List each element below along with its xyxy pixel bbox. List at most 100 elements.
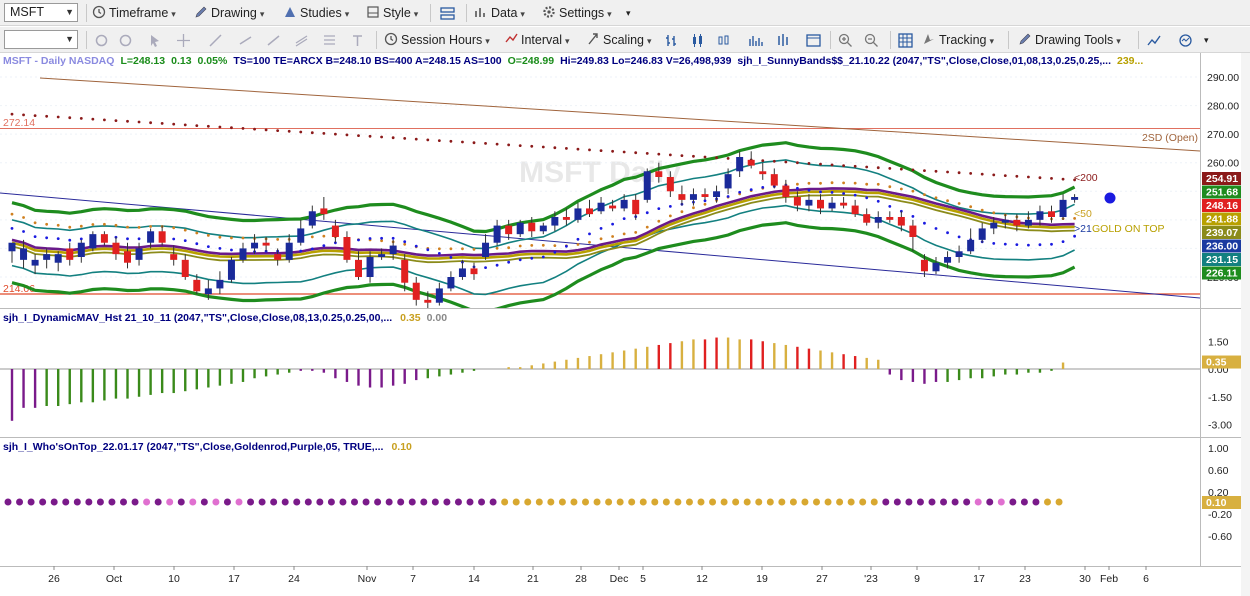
ma200-dot (357, 134, 360, 138)
data-menu[interactable]: Data ▾ (474, 4, 525, 22)
histogram-pane[interactable]: sjh_I_DynamicMAV_Hst 21_10_11 (2047,"TS"… (0, 309, 1200, 437)
ma200-dot (183, 123, 187, 127)
ma50-dot (876, 182, 880, 186)
ma200-dot (414, 137, 418, 141)
ma200-dot (899, 167, 903, 171)
price-axis[interactable]: 290.00280.00270.00260.00220.00254.91251.… (1202, 72, 1241, 284)
histogram-bar (380, 369, 383, 388)
trend-tool-icon[interactable] (266, 33, 281, 48)
trend-chart-icon[interactable] (1146, 33, 1161, 48)
time-axis[interactable]: 26 Oct 10 17 24 Nov 7 14 21 28 Dec 5 12 19 27 '23 9 17 23 3… (48, 566, 1149, 585)
ma21-dot (310, 247, 314, 251)
ma50-dot (495, 246, 499, 250)
fib-tool-icon[interactable] (322, 33, 337, 48)
ma50-dot (957, 202, 961, 205)
timeframe-menu[interactable]: Timeframe ▾ (92, 4, 176, 22)
chart-canvas[interactable]: MSFT Daily 272.14214.062SD (Open)<200<50… (0, 53, 1250, 596)
overflow-chevron-icon[interactable]: ▾ (1204, 31, 1209, 49)
whos-on-top-dot (420, 498, 428, 506)
ma200-dot (657, 152, 661, 156)
price-pane[interactable]: MSFT Daily 272.14214.062SD (Open)<200<50… (0, 53, 1201, 314)
tracking-menu[interactable]: Tracking ▾ (922, 31, 994, 49)
ma200-dot (784, 160, 788, 164)
volume-icon[interactable] (748, 33, 763, 48)
chevron-down-icon[interactable]: ▼ (65, 4, 74, 21)
ma50-label: <50 (1074, 208, 1092, 220)
text-tool-icon[interactable] (350, 33, 365, 48)
ma21-dot (33, 235, 37, 239)
histogram-axis[interactable]: 1.500.00-1.50-3.000.35 (1202, 336, 1241, 432)
whos-on-top-dot (177, 498, 185, 506)
link-icon[interactable] (118, 33, 133, 48)
candle-body (655, 171, 663, 177)
histogram-bar (669, 343, 672, 369)
right-scrollbar[interactable] (1241, 53, 1250, 596)
line-tool-icon[interactable] (208, 33, 223, 48)
candle-body (609, 205, 617, 209)
drawing-tools-menu[interactable]: Drawing Tools ▾ (1018, 31, 1121, 49)
spread-icon[interactable] (776, 33, 791, 48)
scaling-menu[interactable]: Scaling ▾ (586, 31, 652, 49)
settings-menu[interactable]: Settings ▾ (542, 4, 612, 22)
histogram-bar (1027, 369, 1030, 373)
cursor-icon[interactable] (148, 33, 163, 48)
studies-menu[interactable]: Studies ▾ (283, 4, 349, 22)
ma50-dot (137, 226, 141, 229)
bar-chart-icon[interactable] (664, 33, 679, 48)
whos-on-top-dot (408, 498, 416, 506)
ma200-dot (923, 169, 926, 173)
ma200-dot (680, 154, 684, 158)
chevron-down-icon[interactable]: ▼ (65, 31, 74, 48)
ma21-dot (368, 237, 372, 240)
time-axis-label: 5 (640, 573, 646, 585)
ma200-dot (980, 172, 984, 176)
window-icon[interactable] (806, 33, 821, 48)
histogram-bar (530, 365, 533, 369)
histogram-bar (726, 337, 730, 369)
session-hours-menu[interactable]: Session Hours ▾ (384, 31, 490, 49)
candlestick-icon[interactable] (690, 33, 705, 48)
ma200-dot (403, 137, 407, 140)
whos-on-top-dot (120, 498, 127, 506)
histogram-value-2: 0.00 (427, 312, 448, 324)
ray-tool-icon[interactable] (238, 33, 253, 48)
overflow-chevron-icon[interactable]: ▾ (626, 4, 631, 22)
ma200-dot (761, 159, 765, 163)
whos-on-top-dot (813, 498, 820, 506)
symbol-input[interactable]: MSFT ▼ (4, 3, 78, 22)
channel-tool-icon[interactable] (294, 33, 309, 48)
histogram-bar (91, 369, 95, 403)
crosshair-icon[interactable] (176, 33, 191, 48)
zoom-out-icon[interactable] (864, 33, 879, 48)
whos-on-top-pane[interactable]: sjh_I_Who'sOnTop_22.01.17 (2047,"TS",Clo… (0, 438, 1200, 566)
whos-on-top-dot (628, 498, 636, 506)
window-layout-icon[interactable] (440, 6, 455, 21)
histogram-bar (1004, 369, 1007, 375)
hollow-candle-icon[interactable] (716, 33, 731, 48)
ma50-dot (634, 231, 638, 234)
time-axis-label: Oct (106, 573, 122, 585)
grid-icon[interactable] (898, 33, 913, 48)
whos-on-top-dot (755, 498, 763, 506)
style-menu[interactable]: Style ▾ (366, 4, 418, 22)
candle-body (216, 279, 224, 289)
candle-body (897, 217, 905, 226)
whos-on-top-dot (281, 498, 289, 506)
ma50-dot (114, 223, 118, 227)
interval-menu[interactable]: Interval ▾ (504, 31, 570, 49)
workspace-select[interactable]: ▼ (4, 30, 78, 49)
histogram-pane-bg (0, 309, 1200, 437)
ma50-dot (692, 206, 695, 210)
drawing-menu[interactable]: Drawing ▾ (194, 4, 264, 22)
histogram-bar (253, 369, 256, 379)
refresh-icon[interactable] (94, 33, 109, 48)
analysis-icon[interactable] (1178, 33, 1193, 48)
ma50-dot (10, 212, 14, 216)
time-axis-label: 9 (914, 573, 920, 585)
ma200-dot (322, 132, 326, 135)
histogram-bar (507, 367, 510, 369)
zoom-in-icon[interactable] (838, 33, 853, 48)
whos-on-top-dot (570, 498, 578, 506)
histogram-bar (784, 344, 788, 369)
whos-on-top-axis[interactable]: 1.000.600.20-0.20-0.600.10 (1202, 443, 1241, 543)
